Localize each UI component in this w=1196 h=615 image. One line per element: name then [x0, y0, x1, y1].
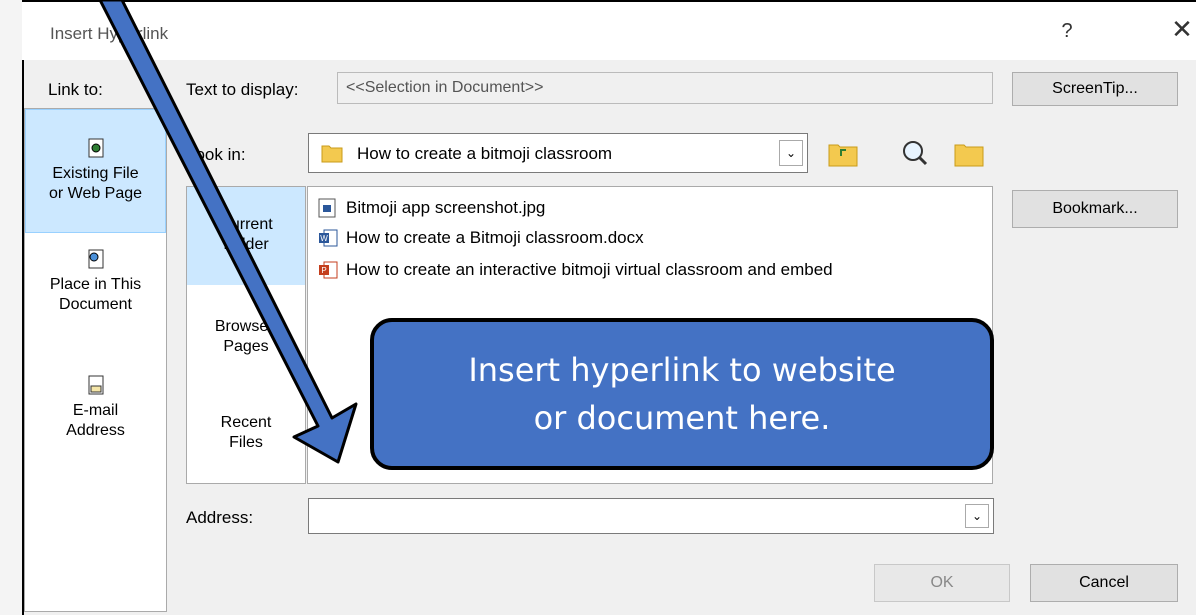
browse-web-icon[interactable] — [898, 136, 932, 175]
close-button[interactable]: ✕ — [1162, 14, 1196, 45]
browse-subnav: Current Folder Browsed Pages Recent File… — [186, 186, 306, 484]
cancel-button[interactable]: Cancel — [1030, 564, 1178, 602]
bookmark-button[interactable]: Bookmark... — [1012, 190, 1178, 228]
sidebar-item-label: Address — [66, 422, 125, 439]
existing-file-icon — [26, 138, 165, 164]
help-button[interactable]: ? — [1052, 20, 1082, 43]
link-to-sidebar: Existing File or Web Page Place in This … — [24, 108, 167, 612]
email-address-icon — [25, 375, 166, 401]
svg-text:P: P — [321, 266, 326, 275]
subnav-recent-files[interactable]: Recent Files — [187, 397, 305, 477]
text-to-display-label: Text to display: — [186, 80, 299, 99]
sidebar-item-existing-file[interactable]: Existing File or Web Page — [25, 109, 166, 233]
subnav-label: Pages — [223, 338, 269, 355]
link-to-label: Link to: — [48, 80, 103, 99]
file-list-item[interactable]: Bitmoji app screenshot.jpg — [318, 193, 545, 223]
subnav-current-folder[interactable]: Current Folder — [187, 187, 305, 285]
sidebar-item-label: Document — [59, 296, 132, 313]
file-name: How to create an interactive bitmoji vir… — [346, 260, 833, 279]
browse-file-icon[interactable] — [952, 136, 986, 175]
subnav-label: Recent — [220, 414, 272, 431]
annotation-callout: Insert hyperlink to website or document … — [370, 318, 994, 470]
powerpoint-file-icon: P — [318, 260, 338, 280]
subnav-browsed-pages[interactable]: Browsed Pages — [187, 299, 305, 379]
look-in-dropdown[interactable]: How to create a bitmoji classroom ⌄ — [308, 133, 808, 173]
file-list-item[interactable]: W How to create a Bitmoji classroom.docx — [318, 223, 644, 253]
file-name: Bitmoji app screenshot.jpg — [346, 198, 546, 217]
word-file-icon: W — [318, 228, 338, 248]
sidebar-item-label: E-mail — [72, 402, 119, 419]
address-label: Address: — [186, 508, 254, 527]
sidebar-item-label: or Web Page — [48, 185, 143, 202]
text-to-display-field[interactable]: <<Selection in Document>> — [337, 72, 993, 104]
file-name: How to create a Bitmoji classroom.docx — [346, 228, 644, 247]
text-to-display-value: <<Selection in Document>> — [346, 79, 544, 96]
sidebar-item-email-address[interactable]: E-mail Address — [25, 375, 166, 465]
image-file-icon — [318, 198, 336, 218]
subnav-label: Folder — [223, 236, 269, 253]
file-list-item[interactable]: P How to create an interactive bitmoji v… — [318, 255, 833, 285]
subnav-label: Browsed — [214, 318, 278, 335]
background-document — [0, 0, 22, 615]
subnav-label: Current — [219, 216, 273, 233]
ok-button[interactable]: OK — [874, 564, 1010, 602]
folder-icon — [321, 142, 343, 169]
chevron-down-icon[interactable]: ⌄ — [965, 504, 989, 528]
title-bar: Insert Hyperlink ? ✕ — [22, 2, 1196, 60]
place-in-document-icon — [25, 249, 166, 275]
look-in-value: How to create a bitmoji classroom — [357, 144, 613, 163]
look-in-label: Look in: — [186, 145, 246, 164]
sidebar-item-label: Existing File — [52, 165, 139, 182]
subnav-label: Files — [229, 434, 263, 451]
sidebar-item-place-in-document[interactable]: Place in This Document — [25, 249, 166, 349]
callout-line: Insert hyperlink to website — [468, 351, 896, 389]
chevron-down-icon[interactable]: ⌄ — [779, 140, 803, 166]
screentip-button[interactable]: ScreenTip... — [1012, 72, 1178, 106]
callout-line: or document here. — [533, 399, 831, 437]
svg-text:W: W — [320, 234, 328, 243]
dialog-title: Insert Hyperlink — [50, 24, 169, 43]
address-field[interactable]: ⌄ — [308, 498, 994, 534]
up-one-folder-icon[interactable] — [826, 136, 860, 175]
sidebar-item-label: Place in This — [49, 276, 142, 293]
